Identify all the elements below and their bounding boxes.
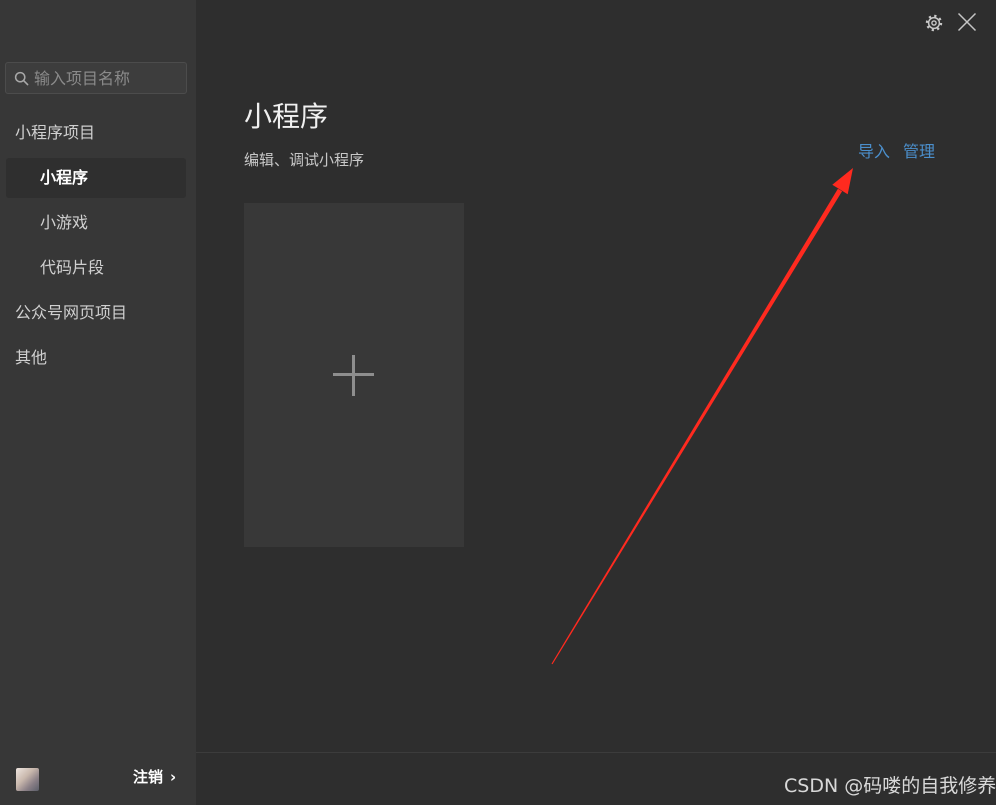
- chevron-right-icon: ›: [170, 768, 177, 786]
- project-launcher-window: 小程序项目 小程序 小游戏 代码片段 公众号网页项目 其他 注销 › 小程序 编辑…: [0, 0, 996, 805]
- footer-divider: [196, 752, 996, 753]
- logout-button[interactable]: 注销 ›: [133, 766, 176, 788]
- manage-link[interactable]: 管理: [903, 141, 935, 163]
- gear-icon[interactable]: [925, 14, 943, 32]
- import-link[interactable]: 导入: [858, 141, 890, 163]
- sidebar: 小程序项目 小程序 小游戏 代码片段 公众号网页项目 其他 注销 ›: [0, 0, 196, 805]
- search-box[interactable]: [5, 62, 187, 94]
- page-title: 小程序: [244, 100, 329, 133]
- sidebar-item-minigame[interactable]: 小游戏: [6, 203, 186, 243]
- plus-icon: [244, 203, 464, 547]
- search-input[interactable]: [34, 63, 184, 93]
- page-subtitle: 编辑、调试小程序: [244, 151, 365, 169]
- sidebar-item-official-account-web[interactable]: 公众号网页项目: [6, 293, 186, 333]
- new-project-card[interactable]: [244, 203, 464, 547]
- logout-label: 注销: [133, 768, 164, 786]
- sidebar-item-other[interactable]: 其他: [6, 338, 186, 378]
- avatar: [16, 768, 39, 791]
- watermark: CSDN @码喽的自我修养: [784, 775, 997, 797]
- sidebar-item-code-snippets[interactable]: 代码片段: [6, 248, 186, 288]
- search-icon: [14, 71, 29, 86]
- main-panel: 小程序 编辑、调试小程序 导入 管理: [196, 0, 996, 805]
- sidebar-item-miniprogram[interactable]: 小程序: [6, 158, 186, 198]
- sidebar-group-miniprogram-projects: 小程序项目: [15, 123, 96, 142]
- close-icon[interactable]: [957, 12, 977, 32]
